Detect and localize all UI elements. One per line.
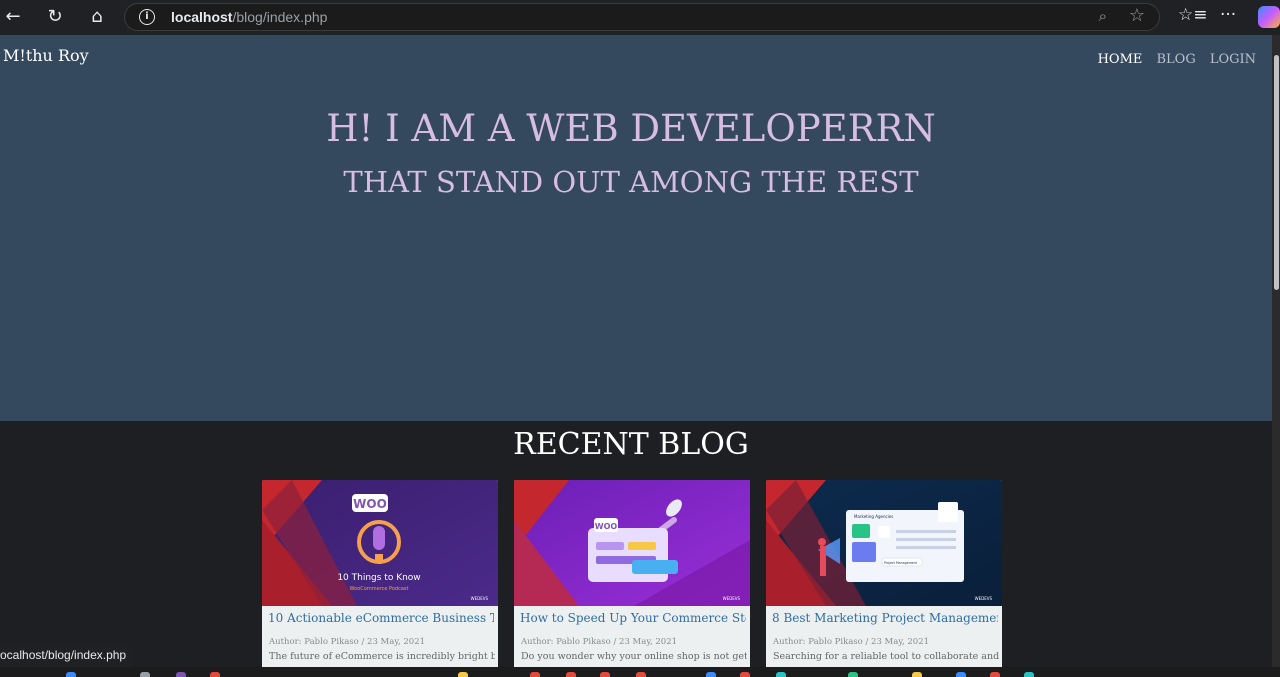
thumb-subcaption: WooCommerce Podcast xyxy=(350,586,409,592)
taskbar xyxy=(0,667,1280,677)
taskbar-app-icon[interactable] xyxy=(66,672,76,677)
favorites-list-icon[interactable]: ☆≡ xyxy=(1178,5,1207,25)
post-excerpt: Searching for a reliable tool to collabo… xyxy=(773,651,999,662)
hero-title: H! I AM A WEB DEVELOPERRN xyxy=(326,107,936,150)
more-menu-icon[interactable]: ··· xyxy=(1220,5,1236,25)
nav-home-link[interactable]: HOME xyxy=(1098,52,1143,67)
home-icon[interactable]: ⌂ xyxy=(84,5,110,29)
post-thumbnail[interactable]: Marketing Agencies Project Management WE… xyxy=(766,480,1002,606)
taskbar-app-icon[interactable] xyxy=(140,672,150,677)
taskbar-app-icon[interactable] xyxy=(566,672,576,677)
post-thumbnail[interactable]: WOO 10 Things to Know WooCommerce Podcas… xyxy=(262,480,498,606)
hero-section: M!thu Roy HOME BLOG LOGIN H! I AM A WEB … xyxy=(0,35,1272,421)
thumb-panel-title: Marketing Agencies xyxy=(854,514,893,519)
post-title[interactable]: 10 Actionable eCommerce Business Ti xyxy=(268,611,494,625)
thumb-subcaption: Project Management xyxy=(884,561,918,565)
page-scroll-thumb[interactable] xyxy=(1274,55,1279,290)
top-navigation: HOME BLOG LOGIN xyxy=(1089,48,1256,67)
post-meta: Author: Pablo Pikaso / 23 May, 2021 xyxy=(269,637,426,647)
taskbar-app-icon[interactable] xyxy=(1024,672,1034,677)
blog-card[interactable]: Marketing Agencies Project Management WE… xyxy=(766,480,1002,670)
taskbar-app-icon[interactable] xyxy=(176,672,186,677)
taskbar-app-icon[interactable] xyxy=(458,672,468,677)
address-url[interactable]: localhost/blog/index.php xyxy=(171,9,327,25)
post-title[interactable]: 8 Best Marketing Project Management xyxy=(772,611,998,625)
nav-blog-link[interactable]: BLOG xyxy=(1156,52,1195,67)
post-meta: Author: Pablo Pikaso / 23 May, 2021 xyxy=(773,637,930,647)
taskbar-app-icon[interactable] xyxy=(912,672,922,677)
taskbar-app-icon[interactable] xyxy=(990,672,1000,677)
thumb-brand: WEDEVS xyxy=(723,596,741,601)
section-title: RECENT BLOG xyxy=(513,427,749,462)
taskbar-app-icon[interactable] xyxy=(740,672,750,677)
site-brand[interactable]: M!thu Roy xyxy=(3,46,89,65)
recent-blog-section: RECENT BLOG WOO 10 Things to Know WooCom… xyxy=(0,421,1272,670)
site-info-icon[interactable]: i xyxy=(139,9,155,25)
post-title[interactable]: How to Speed Up Your Commerce Store xyxy=(520,611,746,625)
blog-card[interactable]: WOO 10 Things to Know WooCommerce Podcas… xyxy=(262,480,498,670)
taskbar-app-icon[interactable] xyxy=(848,672,858,677)
thumb-brand: WEDEVS xyxy=(975,596,993,601)
post-thumbnail[interactable]: WOO WEDEVS xyxy=(514,480,750,606)
woo-badge: WOO xyxy=(595,522,618,531)
post-meta: Author: Pablo Pikaso / 23 May, 2021 xyxy=(521,637,678,647)
post-excerpt: Do you wonder why your online shop is no… xyxy=(521,651,747,662)
taskbar-app-icon[interactable] xyxy=(210,672,220,677)
favorite-star-icon[interactable]: ☆ xyxy=(1129,5,1145,26)
reload-icon[interactable]: ↻ xyxy=(42,5,68,29)
hero-subtitle: THAT STAND OUT AMONG THE REST xyxy=(343,165,919,199)
taskbar-app-icon[interactable] xyxy=(600,672,610,677)
url-path: /blog/index.php xyxy=(232,9,328,25)
thumb-brand: WEDEVS xyxy=(471,596,489,601)
taskbar-app-icon[interactable] xyxy=(530,672,540,677)
taskbar-app-icon[interactable] xyxy=(636,672,646,677)
taskbar-app-icon[interactable] xyxy=(776,672,786,677)
taskbar-app-icon[interactable] xyxy=(706,672,716,677)
post-excerpt: The future of eCommerce is incredibly br… xyxy=(269,651,495,662)
browser-toolbar: ← ↻ ⌂ i localhost/blog/index.php ⌕ ☆ ☆≡ … xyxy=(0,0,1280,35)
taskbar-app-icon[interactable] xyxy=(956,672,966,677)
address-bar[interactable]: i localhost/blog/index.php ⌕ ☆ xyxy=(124,3,1160,31)
zoom-icon[interactable]: ⌕ xyxy=(1099,7,1107,25)
blog-card[interactable]: WOO WEDEVS How to Speed Up Your Commerce… xyxy=(514,480,750,670)
thumb-caption: 10 Things to Know xyxy=(337,573,420,583)
status-link-preview: ocalhost/blog/index.php xyxy=(0,645,133,667)
nav-login-link[interactable]: LOGIN xyxy=(1210,52,1256,67)
url-host: localhost xyxy=(171,9,233,25)
woo-badge: WOO xyxy=(353,497,387,511)
copilot-icon[interactable] xyxy=(1258,6,1280,28)
back-icon[interactable]: ← xyxy=(0,5,26,29)
